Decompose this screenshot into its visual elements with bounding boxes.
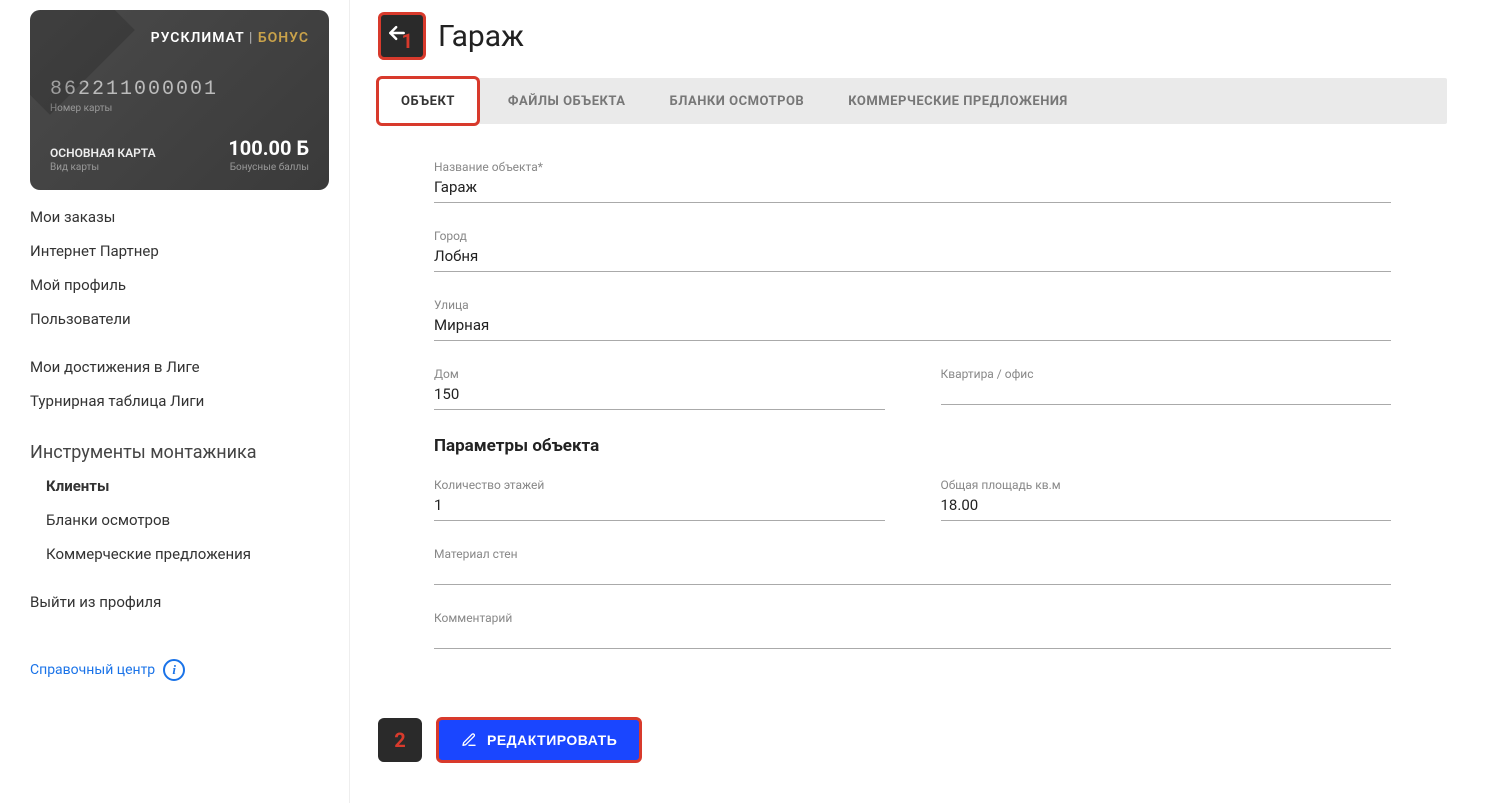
brand-main: РУСКЛИМАТ	[151, 30, 245, 46]
edit-row: 2 РЕДАКТИРОВАТЬ	[378, 717, 1447, 763]
pencil-icon	[461, 732, 477, 748]
nav-tools-header: Инструменты монтажника	[30, 432, 329, 469]
comment-label: Комментарий	[434, 611, 1391, 625]
help-link-label: Справочный центр	[30, 662, 155, 678]
bonus-card: РУСКЛИМАТ | БОНУС 862211000001 Номер кар…	[30, 10, 329, 190]
edit-button-label: РЕДАКТИРОВАТЬ	[487, 732, 617, 748]
area-field[interactable]: 18.00	[941, 494, 1392, 521]
card-number: 862211000001	[50, 78, 309, 101]
page-title: Гараж	[438, 19, 524, 54]
sidebar: РУСКЛИМАТ | БОНУС 862211000001 Номер кар…	[0, 0, 350, 803]
city-label: Город	[434, 229, 1391, 243]
apt-label: Квартира / офис	[941, 367, 1392, 381]
nav-offers[interactable]: Коммерческие предложения	[30, 537, 329, 571]
nav-league-table[interactable]: Турнирная таблица Лиги	[30, 384, 329, 418]
tab-offers[interactable]: КОММЕРЧЕСКИЕ ПРЕДЛОЖЕНИЯ	[826, 78, 1089, 124]
card-brand: РУСКЛИМАТ | БОНУС	[50, 30, 309, 46]
nav-users[interactable]: Пользователи	[30, 302, 329, 336]
nav-inspection-forms[interactable]: Бланки осмотров	[30, 503, 329, 537]
comment-field[interactable]	[434, 627, 1391, 649]
form-area: Название объекта* Гараж Город Лобня Улиц…	[378, 124, 1447, 705]
street-field[interactable]: Мирная	[434, 314, 1391, 341]
main-content: 1 Гараж ОБЪЕКТ ФАЙЛЫ ОБЪЕКТА БЛАНКИ ОСМО…	[350, 0, 1487, 803]
nav-profile[interactable]: Мой профиль	[30, 268, 329, 302]
nav-orders[interactable]: Мои заказы	[30, 200, 329, 234]
nav-achievements[interactable]: Мои достижения в Лиге	[30, 350, 329, 384]
tabs-bar: ОБЪЕКТ ФАЙЛЫ ОБЪЕКТА БЛАНКИ ОСМОТРОВ КОМ…	[378, 78, 1447, 124]
card-type-label: Вид карты	[50, 162, 156, 173]
info-icon: i	[163, 659, 185, 681]
tab-files[interactable]: ФАЙЛЫ ОБЪЕКТА	[486, 78, 648, 124]
city-field[interactable]: Лобня	[434, 245, 1391, 272]
name-field[interactable]: Гараж	[434, 176, 1391, 203]
card-balance: 100.00 Б	[228, 136, 309, 160]
floors-label: Количество этажей	[434, 478, 885, 492]
callout-2: 2	[378, 718, 422, 762]
apt-field[interactable]	[941, 383, 1392, 405]
brand-sep: |	[244, 30, 257, 46]
house-label: Дом	[434, 367, 885, 381]
nav-clients[interactable]: Клиенты	[30, 469, 329, 503]
edit-button[interactable]: РЕДАКТИРОВАТЬ	[436, 717, 642, 763]
nav-logout[interactable]: Выйти из профиля	[30, 585, 329, 619]
nav-partner[interactable]: Интернет Партнер	[30, 234, 329, 268]
callout-1: 1	[402, 29, 413, 53]
back-button[interactable]: 1	[378, 12, 426, 60]
tab-inspections[interactable]: БЛАНКИ ОСМОТРОВ	[648, 78, 827, 124]
wall-label: Материал стен	[434, 547, 1391, 561]
card-balance-label: Бонусные баллы	[228, 162, 309, 173]
params-header: Параметры объекта	[434, 436, 1391, 456]
area-label: Общая площадь кв.м	[941, 478, 1392, 492]
title-row: 1 Гараж	[378, 12, 1447, 60]
card-number-label: Номер карты	[50, 103, 309, 114]
house-field[interactable]: 150	[434, 383, 885, 410]
floors-field[interactable]: 1	[434, 494, 885, 521]
help-link[interactable]: Справочный центр i	[30, 659, 329, 681]
name-label: Название объекта*	[434, 160, 1391, 174]
card-type: ОСНОВНАЯ КАРТА	[50, 146, 156, 160]
brand-bonus: БОНУС	[258, 30, 309, 46]
wall-field[interactable]	[434, 563, 1391, 585]
street-label: Улица	[434, 298, 1391, 312]
tab-object[interactable]: ОБЪЕКТ	[376, 76, 480, 126]
